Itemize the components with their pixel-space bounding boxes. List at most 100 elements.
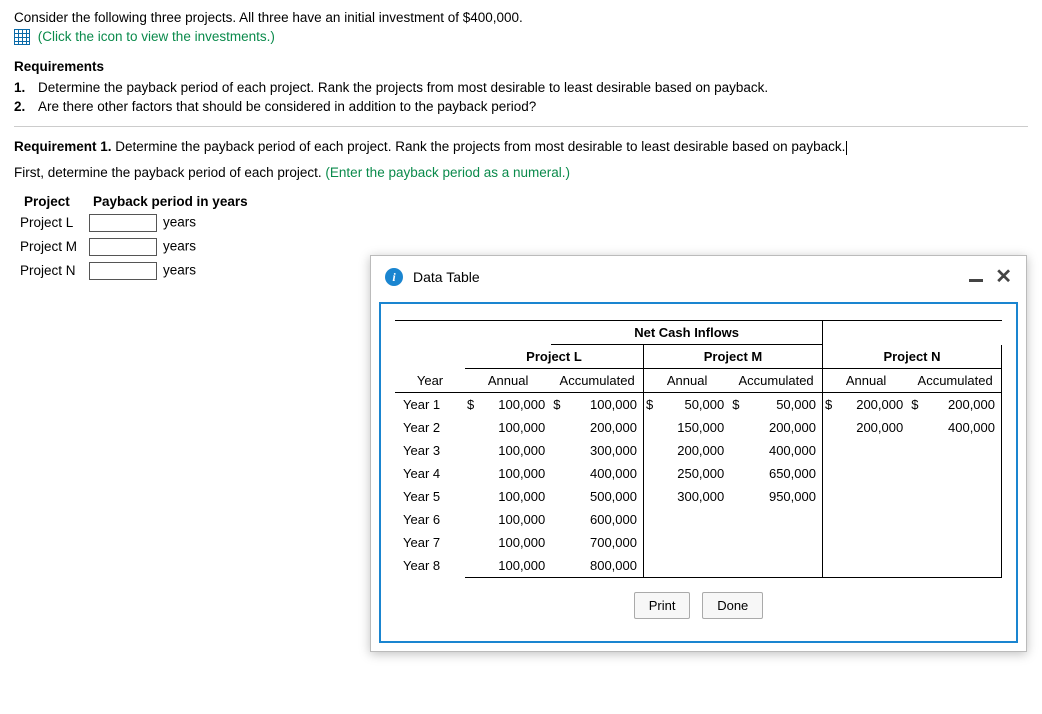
cell: 150,000 bbox=[662, 416, 730, 439]
grid-icon bbox=[14, 29, 30, 45]
cell bbox=[822, 462, 841, 485]
cell bbox=[927, 554, 1001, 578]
cell: 100,000 bbox=[483, 416, 551, 439]
requirements-heading: Requirements bbox=[14, 59, 1028, 74]
cell bbox=[662, 531, 730, 554]
cell bbox=[748, 508, 822, 531]
req1-text: Determine the payback period of each pro… bbox=[112, 139, 846, 154]
cell: 100,000 bbox=[483, 508, 551, 531]
cell: 400,000 bbox=[569, 462, 643, 485]
input-project-n[interactable] bbox=[89, 262, 157, 280]
modal-footer: Print Done bbox=[395, 578, 1002, 627]
cell: 100,000 bbox=[569, 393, 643, 417]
cell: Year 3 bbox=[395, 439, 465, 462]
super-header: Net Cash Inflows bbox=[551, 321, 822, 345]
cell bbox=[927, 531, 1001, 554]
col-period: Payback period in years bbox=[83, 192, 258, 211]
instruction-2: First, determine the payback period of e… bbox=[14, 165, 1028, 180]
cell bbox=[662, 554, 730, 578]
unit-n: years bbox=[163, 262, 196, 277]
proj-h-l: Project L bbox=[465, 345, 643, 369]
cell bbox=[841, 531, 909, 554]
view-investments-link[interactable]: (Click the icon to view the investments.… bbox=[14, 29, 1028, 45]
modal-body: Net Cash Inflows Project L Project M Pro… bbox=[379, 302, 1018, 643]
cell bbox=[909, 462, 927, 485]
data-table-modal: i Data Table ✕ Net Cash Inflows Project … bbox=[370, 255, 1027, 652]
cell: 50,000 bbox=[662, 393, 730, 417]
cell bbox=[909, 416, 927, 439]
cell: 600,000 bbox=[569, 508, 643, 531]
done-button[interactable]: Done bbox=[702, 592, 763, 619]
cell bbox=[465, 416, 483, 439]
cell: 500,000 bbox=[569, 485, 643, 508]
link-text: (Click the icon to view the investments.… bbox=[38, 29, 275, 44]
cell bbox=[643, 462, 662, 485]
cell bbox=[909, 439, 927, 462]
cell bbox=[730, 416, 748, 439]
cell: 300,000 bbox=[569, 439, 643, 462]
req-2-text: Are there other factors that should be c… bbox=[38, 99, 536, 114]
cell: 650,000 bbox=[748, 462, 822, 485]
unit-m: years bbox=[163, 238, 196, 253]
cell: 100,000 bbox=[483, 485, 551, 508]
cell: Year 4 bbox=[395, 462, 465, 485]
req-1-text: Determine the payback period of each pro… bbox=[38, 80, 768, 95]
req1-lead: Requirement 1. bbox=[14, 139, 112, 154]
cell bbox=[730, 485, 748, 508]
cell: 400,000 bbox=[748, 439, 822, 462]
sub-n-ann: Annual bbox=[822, 369, 909, 393]
divider bbox=[14, 126, 1028, 127]
cell bbox=[822, 508, 841, 531]
sub-l-acc: Accumulated bbox=[551, 369, 643, 393]
cell bbox=[927, 485, 1001, 508]
cell bbox=[551, 416, 569, 439]
net-cash-inflows-table: Net Cash Inflows Project L Project M Pro… bbox=[395, 320, 1002, 578]
cell bbox=[927, 439, 1001, 462]
cell: 200,000 bbox=[841, 393, 909, 417]
print-button[interactable]: Print bbox=[634, 592, 691, 619]
modal-header: i Data Table ✕ bbox=[371, 256, 1026, 294]
input-project-l[interactable] bbox=[89, 214, 157, 232]
minimize-icon[interactable] bbox=[969, 279, 983, 282]
close-icon[interactable]: ✕ bbox=[995, 270, 1012, 284]
cell: 700,000 bbox=[569, 531, 643, 554]
intro-text: Consider the following three projects. A… bbox=[14, 10, 1028, 25]
cell: 400,000 bbox=[927, 416, 1001, 439]
cell bbox=[551, 531, 569, 554]
sub-m-acc: Accumulated bbox=[730, 369, 822, 393]
row-project-n-label: Project N bbox=[14, 259, 83, 283]
cell: Year 1 bbox=[395, 393, 465, 417]
info-icon: i bbox=[385, 268, 403, 286]
cell bbox=[643, 508, 662, 531]
cell: 950,000 bbox=[748, 485, 822, 508]
row-project-m-label: Project M bbox=[14, 235, 83, 259]
instr2-plain: First, determine the payback period of e… bbox=[14, 165, 325, 180]
cell bbox=[643, 554, 662, 578]
payback-input-table: Project Payback period in years Project … bbox=[14, 192, 258, 283]
cell bbox=[551, 439, 569, 462]
cell bbox=[841, 508, 909, 531]
cell bbox=[730, 439, 748, 462]
unit-l: years bbox=[163, 214, 196, 229]
proj-h-m: Project M bbox=[643, 345, 822, 369]
cell: $ bbox=[822, 393, 841, 417]
req-num-2: 2. bbox=[14, 99, 38, 114]
col-project: Project bbox=[14, 192, 83, 211]
cell bbox=[643, 439, 662, 462]
cell bbox=[730, 554, 748, 578]
requirement-1-instruction: Requirement 1. Determine the payback per… bbox=[14, 139, 1028, 154]
cell bbox=[909, 554, 927, 578]
cell: Year 8 bbox=[395, 554, 465, 578]
input-project-m[interactable] bbox=[89, 238, 157, 256]
cell bbox=[909, 531, 927, 554]
cell bbox=[822, 416, 841, 439]
cell: $ bbox=[643, 393, 662, 417]
cell: 100,000 bbox=[483, 531, 551, 554]
proj-h-n: Project N bbox=[822, 345, 1001, 369]
cell: 100,000 bbox=[483, 393, 551, 417]
sub-year: Year bbox=[395, 369, 465, 393]
cell bbox=[643, 416, 662, 439]
cell bbox=[927, 462, 1001, 485]
cell: Year 2 bbox=[395, 416, 465, 439]
cell bbox=[465, 531, 483, 554]
